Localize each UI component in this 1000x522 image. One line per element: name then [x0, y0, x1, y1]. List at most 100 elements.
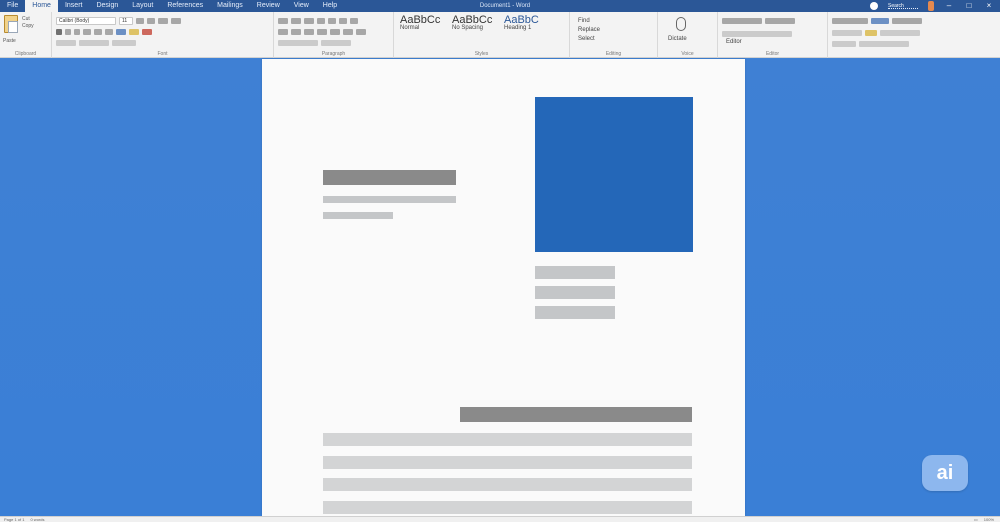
addins-row-decor	[892, 18, 922, 24]
paragraph-line-placeholder	[323, 501, 692, 514]
dictate-button[interactable]: Dictate	[668, 36, 687, 42]
style-normal[interactable]: AaBbCc Normal	[400, 15, 444, 46]
ribbon-group-addins	[828, 12, 1000, 58]
strikethrough-icon[interactable]	[83, 29, 91, 35]
editing-group-label: Editing	[605, 51, 622, 57]
align-left-icon[interactable]	[278, 29, 288, 35]
document-page[interactable]	[262, 59, 745, 516]
numbering-icon[interactable]	[291, 18, 301, 24]
select-button[interactable]: Select	[578, 35, 600, 44]
superscript-icon[interactable]	[105, 29, 113, 35]
cut-button[interactable]: Cut	[22, 16, 34, 23]
image-placeholder[interactable]	[535, 97, 693, 252]
paste-icon[interactable]	[4, 15, 18, 33]
sort-icon[interactable]	[339, 18, 347, 24]
minimize-icon[interactable]: –	[944, 0, 954, 12]
view-mode-icon[interactable]: ▭	[974, 517, 978, 522]
maximize-icon[interactable]: □	[964, 0, 974, 12]
editor-row-decor	[722, 18, 762, 24]
paragraph-row-decor	[321, 40, 351, 46]
multilevel-list-icon[interactable]	[304, 18, 314, 24]
tab-mailings[interactable]: Mailings	[210, 0, 250, 12]
justify-icon[interactable]	[317, 29, 327, 35]
profile-icon[interactable]	[870, 2, 878, 10]
increase-indent-icon[interactable]	[328, 18, 336, 24]
text-line-placeholder	[323, 196, 456, 203]
bold-icon[interactable]	[56, 29, 62, 35]
ribbon-group-voice: Dictate Voice	[658, 12, 718, 58]
paragraph-line-placeholder	[323, 456, 692, 469]
window-controls: Search – □ ×	[870, 0, 994, 12]
font-row-decor	[56, 40, 76, 46]
account-icon[interactable]	[928, 1, 934, 11]
underline-icon[interactable]	[74, 29, 80, 35]
ribbon-group-styles: AaBbCc Normal AaBbCc No Spacing AaBbC He…	[394, 12, 570, 58]
voice-group-label: Voice	[681, 51, 694, 57]
replace-button[interactable]: Replace	[578, 26, 600, 35]
paragraph-line-placeholder	[323, 433, 692, 446]
editor-group-label: Editor	[765, 51, 780, 57]
tab-layout[interactable]: Layout	[125, 0, 160, 12]
shrink-font-icon[interactable]	[147, 18, 155, 24]
zoom-controls: ▭ 100%	[974, 517, 994, 522]
font-color-icon[interactable]	[142, 29, 152, 35]
zoom-level[interactable]: 100%	[984, 517, 994, 522]
title-bar: File Home Insert Design Layout Reference…	[0, 0, 1000, 12]
caption-line-placeholder	[535, 286, 615, 299]
tab-view[interactable]: View	[287, 0, 316, 12]
highlight-color-icon[interactable]	[129, 29, 139, 35]
find-button[interactable]: Find	[578, 17, 600, 26]
paste-button[interactable]: Paste	[3, 38, 16, 44]
addins-row-decor	[880, 30, 920, 36]
section-heading-placeholder	[460, 407, 692, 422]
align-center-icon[interactable]	[291, 29, 301, 35]
editor-button[interactable]: Editor	[726, 39, 742, 45]
addins-row-decor	[832, 18, 868, 24]
grow-font-icon[interactable]	[136, 18, 144, 24]
align-right-icon[interactable]	[304, 29, 314, 35]
tab-insert[interactable]: Insert	[58, 0, 90, 12]
line-spacing-icon[interactable]	[330, 29, 340, 35]
text-effects-icon[interactable]	[116, 29, 126, 35]
tab-help[interactable]: Help	[316, 0, 344, 12]
page-count[interactable]: Page 1 of 1	[4, 517, 24, 522]
tab-review[interactable]: Review	[250, 0, 287, 12]
clear-formatting-icon[interactable]	[171, 18, 181, 24]
borders-icon[interactable]	[356, 29, 366, 35]
tab-design[interactable]: Design	[89, 0, 125, 12]
text-line-placeholder	[323, 212, 393, 219]
paragraph-line-placeholder	[323, 478, 692, 491]
show-marks-icon[interactable]	[350, 18, 358, 24]
tab-references[interactable]: References	[160, 0, 210, 12]
font-size-select[interactable]: 11	[119, 17, 133, 25]
search-box[interactable]: Search	[888, 3, 918, 9]
tab-home[interactable]: Home	[25, 0, 58, 12]
tab-file[interactable]: File	[0, 0, 25, 12]
copy-button[interactable]: Copy	[22, 23, 34, 30]
ribbon-group-font: Calibri (Body) 11 Font	[52, 12, 274, 58]
change-case-icon[interactable]	[158, 18, 168, 24]
style-heading-1[interactable]: AaBbC Heading 1	[504, 15, 548, 46]
ribbon-group-editing: Find Replace Select Editing	[570, 12, 658, 58]
font-group-label: Font	[157, 51, 168, 57]
subscript-icon[interactable]	[94, 29, 102, 35]
font-row-decor	[79, 40, 109, 46]
italic-icon[interactable]	[65, 29, 71, 35]
clipboard-group-label: Clipboard	[14, 51, 37, 57]
bullets-icon[interactable]	[278, 18, 288, 24]
microphone-icon[interactable]	[676, 17, 686, 31]
addins-row-decor	[859, 41, 909, 47]
document-title: Document1 - Word	[479, 3, 531, 9]
addins-row-decor	[832, 41, 856, 47]
decrease-indent-icon[interactable]	[317, 18, 325, 24]
close-icon[interactable]: ×	[984, 0, 994, 12]
word-count[interactable]: 0 words	[30, 517, 44, 522]
editor-row-decor	[722, 31, 792, 37]
ribbon-group-paragraph: Paragraph	[274, 12, 394, 58]
caption-line-placeholder	[535, 266, 615, 279]
shading-icon[interactable]	[343, 29, 353, 35]
ai-badge[interactable]: ai	[922, 455, 968, 491]
addins-row-decor	[832, 30, 862, 36]
style-no-spacing[interactable]: AaBbCc No Spacing	[452, 15, 496, 46]
font-name-select[interactable]: Calibri (Body)	[56, 17, 116, 25]
